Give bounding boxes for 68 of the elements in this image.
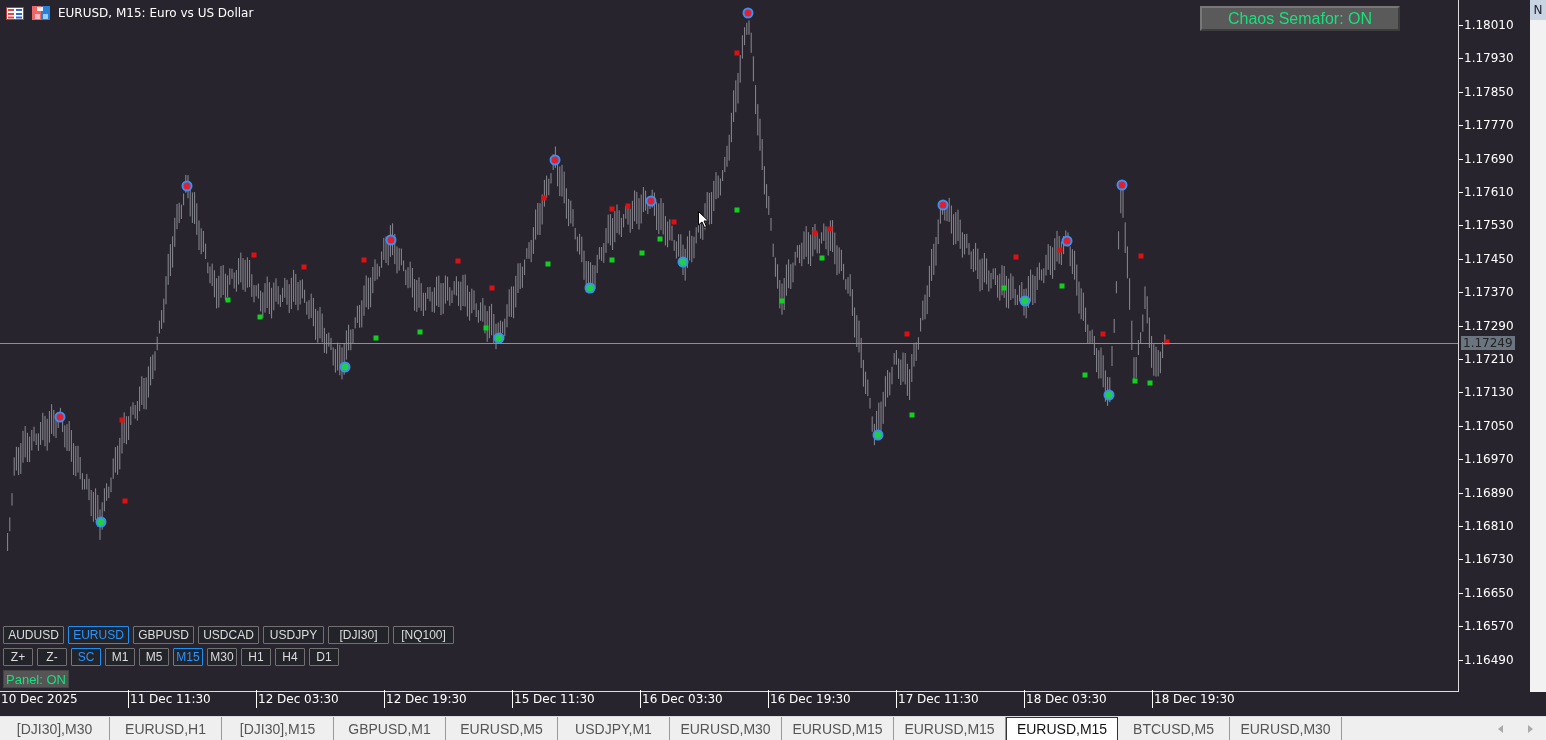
time-axis-label: 16 Dec 19:30 [768, 690, 851, 708]
price-axis-label: 1.17290 [1459, 318, 1514, 333]
price-axis-label: 1.17450 [1459, 251, 1514, 266]
chart-tab[interactable]: EURUSD,M15 [1006, 717, 1118, 740]
price-axis-label: 1.16890 [1459, 485, 1514, 500]
symbol-button[interactable]: GBPUSD [133, 626, 194, 644]
chart-tab[interactable]: EURUSD,M15 [782, 717, 894, 740]
timeframe-button[interactable]: D1 [309, 648, 339, 666]
mouse-cursor-icon [698, 211, 709, 228]
price-axis-label: 1.16570 [1459, 619, 1514, 634]
price-axis-label: 1.17530 [1459, 218, 1514, 233]
timeframe-button[interactable]: Z- [37, 648, 67, 666]
chart-tab[interactable]: [DJI30],M15 [222, 717, 334, 740]
time-axis-label: 10 Dec 2025 [0, 691, 78, 708]
price-axis-label: 1.18010 [1459, 18, 1514, 32]
symbol-button[interactable]: EURUSD [68, 626, 129, 644]
side-tab[interactable]: N [1530, 0, 1546, 20]
chart-tab[interactable]: EURUSD,M5 [446, 717, 558, 740]
time-axis-label: 16 Dec 03:30 [640, 690, 723, 708]
time-axis-label: 18 Dec 19:30 [1152, 690, 1235, 708]
timeframe-button[interactable]: H1 [241, 648, 271, 666]
scroll-right-icon[interactable] [1528, 724, 1534, 733]
time-axis-label: 11 Dec 11:30 [128, 690, 211, 708]
price-axis-label: 1.17770 [1459, 118, 1514, 133]
symbol-button[interactable]: USDCAD [198, 626, 259, 644]
chart-tab[interactable]: [DJI30],M30 [0, 717, 110, 740]
chart-tab[interactable]: EURUSD,H1 [110, 717, 222, 740]
price-axis-label: 1.16810 [1459, 519, 1514, 533]
chart-tab[interactable]: EURUSD,M30 [1230, 717, 1342, 740]
timeframe-button[interactable]: M1 [105, 648, 135, 666]
symbol-button[interactable]: [NQ100] [393, 626, 454, 644]
chart-tab[interactable]: EURUSD,M30 [670, 717, 782, 740]
price-axis-label: 1.17050 [1459, 418, 1514, 433]
current-price-label: 1.17249 [1461, 336, 1515, 350]
time-axis-label: 12 Dec 03:30 [256, 690, 339, 708]
symbol-button[interactable]: [DJI30] [328, 626, 389, 644]
price-axis-label: 1.17690 [1459, 151, 1514, 166]
save-icon [32, 6, 50, 20]
price-axis-label: 1.16970 [1459, 452, 1514, 467]
time-axis-label: 15 Dec 11:30 [512, 690, 595, 708]
price-axis-label: 1.16490 [1459, 652, 1514, 667]
time-axis-label: 12 Dec 19:30 [384, 690, 467, 708]
chart-list-icon [6, 6, 24, 20]
price-axis-label: 1.17930 [1459, 51, 1514, 66]
time-axis-label: 17 Dec 11:30 [896, 690, 979, 708]
symbol-button[interactable]: USDJPY [263, 626, 324, 644]
chart-tab[interactable]: USDJPY,M1 [558, 717, 670, 740]
timeframe-button[interactable]: M30 [207, 648, 237, 666]
price-axis-label: 1.17850 [1459, 84, 1514, 99]
chart-tab[interactable]: BTCUSD,M5 [1118, 717, 1230, 740]
price-axis-label: 1.17610 [1459, 185, 1514, 199]
indicator-toggle-button[interactable]: Chaos Semafor: ON [1200, 6, 1400, 31]
timeframe-button[interactable]: M15 [173, 648, 203, 666]
price-axis-label: 1.17370 [1459, 285, 1514, 300]
price-axis-label: 1.16650 [1459, 585, 1514, 600]
price-axis-label: 1.16730 [1459, 552, 1514, 567]
timeframe-button[interactable]: M5 [139, 648, 169, 666]
timeframe-button[interactable]: SC [71, 648, 101, 666]
symbol-button[interactable]: AUDUSD [3, 626, 64, 644]
time-axis-label: 18 Dec 03:30 [1024, 690, 1107, 708]
chart-tab[interactable]: GBPUSD,M1 [334, 717, 446, 740]
window-title: EURUSD, M15: Euro vs US Dollar [58, 6, 254, 20]
price-axis-label: 1.17210 [1459, 352, 1514, 366]
timeframe-button[interactable]: Z+ [3, 648, 33, 666]
price-axis-label: 1.17130 [1459, 385, 1514, 400]
timeframe-button[interactable]: H4 [275, 648, 305, 666]
panel-toggle-button[interactable]: Panel: ON [3, 670, 69, 688]
scroll-left-icon[interactable] [1498, 724, 1504, 733]
